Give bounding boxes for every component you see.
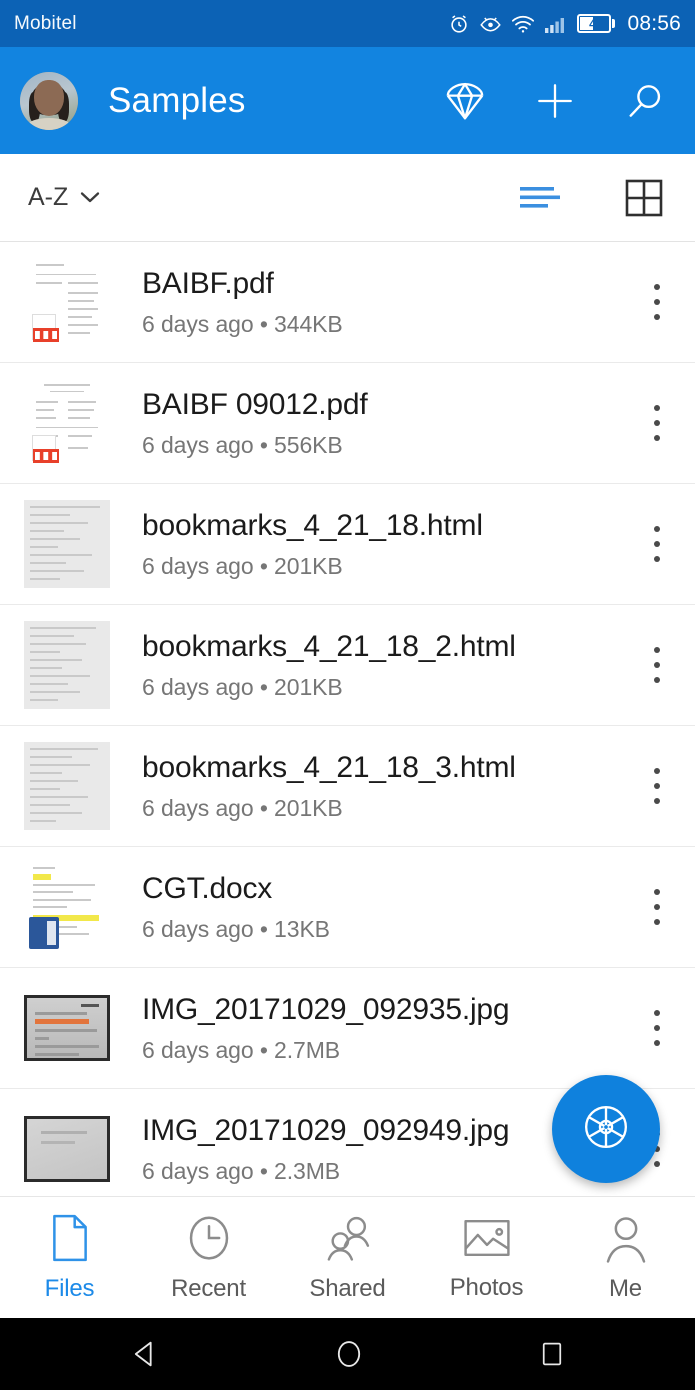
row-overflow-menu-icon[interactable] <box>635 755 679 817</box>
recents-square-icon[interactable] <box>536 1338 568 1370</box>
back-triangle-icon[interactable] <box>128 1337 162 1371</box>
file-thumbnail-docx <box>22 862 112 952</box>
nav-label-photos: Photos <box>449 1273 524 1301</box>
alarm-clock-icon <box>448 13 470 35</box>
row-overflow-menu-icon[interactable] <box>635 634 679 696</box>
table-row[interactable]: bookmarks_4_21_18_2.html 6 days ago • 20… <box>0 605 695 726</box>
table-row[interactable]: bookmarks_4_21_18.html 6 days ago • 201K… <box>0 484 695 605</box>
file-meta: bookmarks_4_21_18.html 6 days ago • 201K… <box>142 508 635 580</box>
camera-fab-button[interactable] <box>552 1075 660 1183</box>
battery-icon: 41 <box>577 14 616 33</box>
file-subtitle: 6 days ago • 344KB <box>142 311 343 338</box>
nav-item-photos[interactable]: Photos <box>417 1214 556 1302</box>
file-meta: CGT.docx 6 days ago • 13KB <box>142 871 635 943</box>
file-thumbnail-jpg <box>22 983 112 1073</box>
app-bar: Samples <box>0 47 695 154</box>
cellular-signal-icon <box>544 14 568 34</box>
file-name: CGT.docx <box>142 871 273 905</box>
page-title: Samples <box>108 80 246 120</box>
file-name: BAIBF.pdf <box>142 266 274 300</box>
people-icon <box>322 1213 374 1268</box>
wifi-icon <box>511 14 535 34</box>
person-icon <box>603 1213 649 1268</box>
photo-icon <box>461 1214 513 1267</box>
table-row[interactable]: bookmarks_4_21_18_3.html 6 days ago • 20… <box>0 726 695 847</box>
android-navigation-bar <box>0 1318 695 1390</box>
file-thumbnail-jpg <box>22 1104 112 1194</box>
table-row[interactable]: IMG_20171029_092935.jpg 6 days ago • 2.7… <box>0 968 695 1089</box>
file-meta: bookmarks_4_21_18_2.html 6 days ago • 20… <box>142 629 635 701</box>
file-thumbnail-pdf <box>22 257 112 347</box>
file-thumbnail-html <box>22 741 112 831</box>
clock-label: 08:56 <box>627 11 681 35</box>
file-thumbnail-pdf <box>22 378 112 468</box>
nav-label-recent: Recent <box>171 1274 246 1302</box>
clock-icon <box>185 1213 233 1268</box>
eye-comfort-icon <box>479 13 502 35</box>
file-subtitle: 6 days ago • 201KB <box>142 674 343 701</box>
row-overflow-menu-icon[interactable] <box>635 271 679 333</box>
file-name: bookmarks_4_21_18.html <box>142 508 483 542</box>
nav-label-shared: Shared <box>309 1274 386 1302</box>
file-meta: BAIBF 09012.pdf 6 days ago • 556KB <box>142 387 635 459</box>
search-icon[interactable] <box>619 75 671 127</box>
file-subtitle: 6 days ago • 201KB <box>142 795 343 822</box>
file-meta: IMG_20171029_092935.jpg 6 days ago • 2.7… <box>142 992 635 1064</box>
home-circle-icon[interactable] <box>332 1337 366 1371</box>
table-row[interactable]: BAIBF 09012.pdf 6 days ago • 556KB <box>0 363 695 484</box>
file-meta: bookmarks_4_21_18_3.html 6 days ago • 20… <box>142 750 635 822</box>
nav-item-me[interactable]: Me <box>556 1213 695 1303</box>
document-icon <box>47 1213 93 1268</box>
status-icons: 41 08:56 <box>448 12 681 36</box>
file-subtitle: 6 days ago • 13KB <box>142 916 330 943</box>
app-bar-actions <box>439 75 671 127</box>
row-overflow-menu-icon[interactable] <box>635 513 679 575</box>
view-toggles <box>517 175 667 221</box>
file-name: IMG_20171029_092935.jpg <box>142 992 510 1026</box>
status-bar: Mobitel 41 08:56 <box>0 0 695 47</box>
premium-diamond-icon[interactable] <box>439 75 491 127</box>
row-overflow-menu-icon[interactable] <box>635 392 679 454</box>
sort-label: A-Z <box>28 183 69 211</box>
list-view-icon[interactable] <box>517 175 563 221</box>
carrier-label: Mobitel <box>14 12 77 34</box>
file-thumbnail-html <box>22 499 112 589</box>
nav-item-shared[interactable]: Shared <box>278 1213 417 1303</box>
table-row[interactable]: BAIBF.pdf 6 days ago • 344KB <box>0 242 695 363</box>
battery-percent: 41 <box>589 16 602 31</box>
nav-label-files: Files <box>44 1274 95 1302</box>
file-subtitle: 6 days ago • 2.3MB <box>142 1158 341 1185</box>
file-subtitle: 6 days ago • 556KB <box>142 432 343 459</box>
file-meta: BAIBF.pdf 6 days ago • 344KB <box>142 266 635 338</box>
nav-item-files[interactable]: Files <box>0 1213 139 1303</box>
row-overflow-menu-icon[interactable] <box>635 876 679 938</box>
add-icon[interactable] <box>529 75 581 127</box>
grid-view-icon[interactable] <box>621 175 667 221</box>
bottom-navigation: Files Recent Shared Photos Me <box>0 1196 695 1318</box>
file-thumbnail-html <box>22 620 112 710</box>
sort-view-toolbar: A-Z <box>0 154 695 242</box>
nav-label-me: Me <box>609 1274 642 1302</box>
avatar[interactable] <box>20 71 78 130</box>
file-subtitle: 6 days ago • 2.7MB <box>142 1037 341 1064</box>
file-name: BAIBF 09012.pdf <box>142 387 368 421</box>
nav-item-recent[interactable]: Recent <box>139 1213 278 1303</box>
file-name: bookmarks_4_21_18_2.html <box>142 629 516 663</box>
sort-dropdown[interactable]: A-Z <box>28 183 102 212</box>
table-row[interactable]: CGT.docx 6 days ago • 13KB <box>0 847 695 968</box>
file-subtitle: 6 days ago • 201KB <box>142 553 343 580</box>
file-list: BAIBF.pdf 6 days ago • 344KB BAIBF 09012… <box>0 242 695 1210</box>
file-name: bookmarks_4_21_18_3.html <box>142 750 516 784</box>
row-overflow-menu-icon[interactable] <box>635 997 679 1059</box>
chevron-down-icon <box>78 183 102 212</box>
camera-shutter-icon <box>578 1099 634 1160</box>
